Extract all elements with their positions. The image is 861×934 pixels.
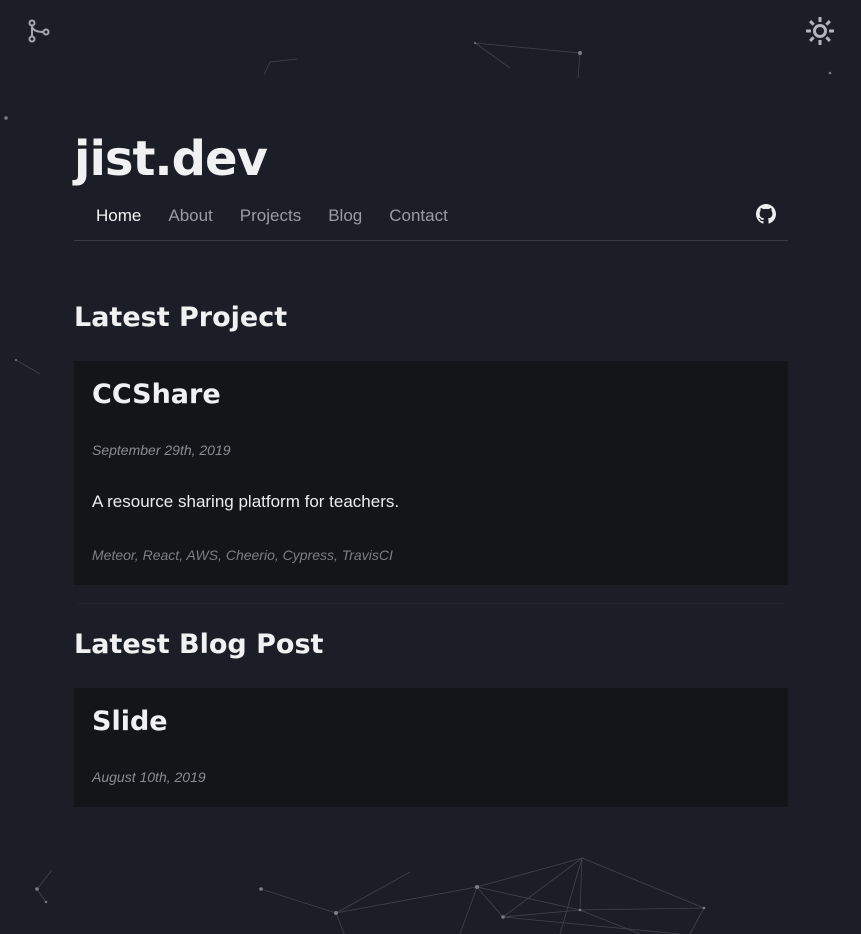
sun-gear-icon[interactable] [805, 16, 835, 46]
project-date: September 29th, 2019 [92, 442, 231, 458]
git-branch-icon[interactable] [26, 18, 52, 44]
latest-project-heading: Latest Project [74, 302, 288, 333]
main-container: jist.dev Home About Projects Blog Contac… [74, 124, 788, 241]
blog-card[interactable]: Slide August 10th, 2019 [74, 688, 788, 807]
nav-blog[interactable]: Blog [328, 206, 362, 226]
github-icon[interactable] [756, 204, 776, 224]
blog-title[interactable]: Slide [92, 706, 168, 737]
nav-home[interactable]: Home [96, 206, 141, 226]
nav-about[interactable]: About [168, 206, 212, 226]
site-title[interactable]: jist.dev [74, 124, 788, 194]
main-nav: Home About Projects Blog Contact [74, 196, 788, 241]
project-title[interactable]: CCShare [92, 379, 221, 410]
latest-blog-heading: Latest Blog Post [74, 629, 324, 660]
project-card[interactable]: CCShare September 29th, 2019 A resource … [74, 361, 788, 585]
blog-date: August 10th, 2019 [92, 769, 206, 785]
project-description: A resource sharing platform for teachers… [92, 492, 400, 511]
project-tags: Meteor, React, AWS, Cheerio, Cypress, Tr… [92, 547, 393, 563]
nav-projects[interactable]: Projects [240, 206, 301, 226]
nav-contact[interactable]: Contact [389, 206, 448, 226]
section-divider [78, 603, 784, 604]
